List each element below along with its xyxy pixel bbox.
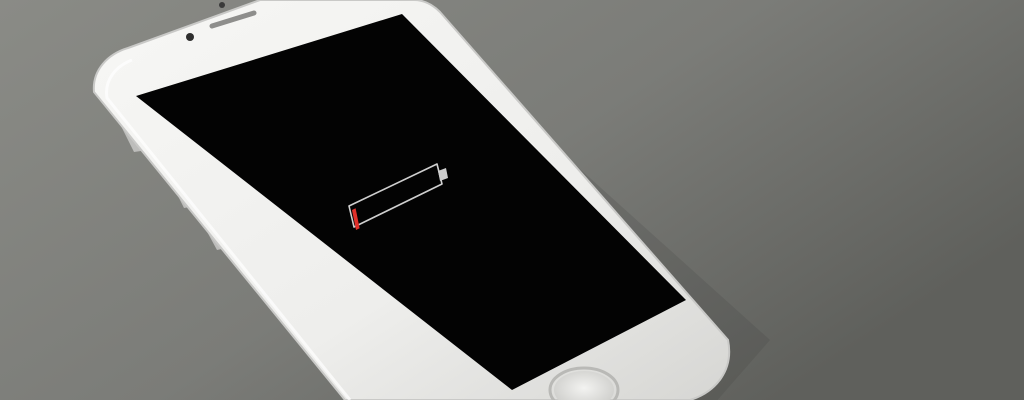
photo-scene xyxy=(0,0,1024,400)
front-camera xyxy=(186,33,194,41)
sensor-dot xyxy=(219,2,225,8)
home-button[interactable] xyxy=(548,366,620,400)
phone-photo xyxy=(0,0,1024,400)
